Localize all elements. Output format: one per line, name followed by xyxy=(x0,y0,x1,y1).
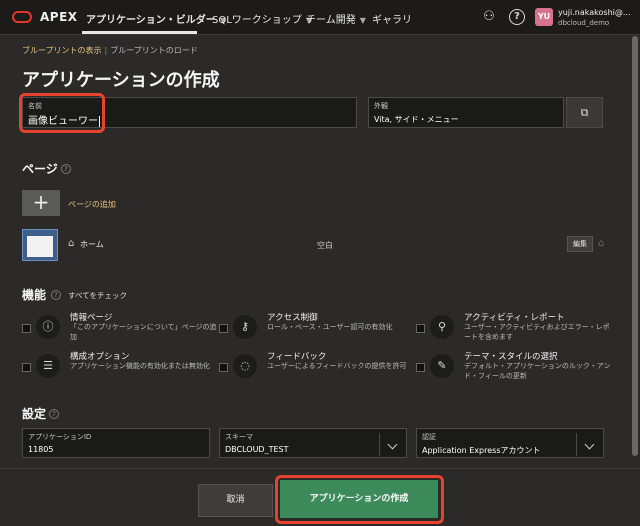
nav-sql-workshop-label: SQLワークショップ xyxy=(212,15,302,26)
page-title: アプリケーションの作成 xyxy=(22,70,220,91)
nav-gallery-label: ギャラリ xyxy=(372,15,412,26)
help-icon[interactable]: ? xyxy=(509,9,525,25)
feature-feedback[interactable]: ◌ フィードバック ユーザーによるフィードバックの提供を許可 xyxy=(219,350,414,384)
top-bar: APEX アプリケーション・ビルダー ▼ SQLワークショップ ▼ チーム開発 ▼ ギ… xyxy=(0,0,640,35)
app-id-field[interactable]: アプリケーションID 11805 xyxy=(22,428,210,458)
name-field-highlight xyxy=(19,93,105,133)
help-icon[interactable]: ? xyxy=(51,290,61,300)
brand-name[interactable]: APEX xyxy=(40,10,78,24)
page-thumbnail xyxy=(22,229,58,261)
pages-section-title: ページ xyxy=(22,162,58,176)
page-name: ホーム xyxy=(80,240,104,249)
feature-access-control[interactable]: ⚷ アクセス制御 ロール・ベース・ユーザー認可の有効化 xyxy=(219,311,414,345)
select-divider xyxy=(576,433,577,456)
auth-select[interactable]: 認証 Application Expressアカウント xyxy=(416,428,604,458)
feature-description: ユーザー・アクティビティおよびエラー・レポートを含めます xyxy=(464,323,610,341)
nav-app-builder-label: アプリケーション・ビルダー xyxy=(86,15,216,26)
help-icon[interactable]: ? xyxy=(61,164,71,174)
feature-description: ロール・ベース・ユーザー認可の有効化 xyxy=(267,323,393,331)
user-report-icon: ⚲ xyxy=(430,315,454,339)
app-id-value: 11805 xyxy=(28,445,54,454)
feature-activity-report[interactable]: ⚲ アクティビティ・レポート ユーザー・アクティビティおよびエラー・レポートを含… xyxy=(416,311,611,345)
auth-value: Application Expressアカウント xyxy=(422,446,541,455)
auth-label: 認証 xyxy=(422,433,436,441)
feature-checkbox[interactable] xyxy=(22,363,31,372)
feature-checkbox[interactable] xyxy=(416,363,425,372)
nav-team-dev[interactable]: チーム開発 ▼ xyxy=(306,11,366,26)
chevron-down-icon xyxy=(387,439,398,450)
feature-description: ユーザーによるフィードバックの提供を許可 xyxy=(267,362,407,370)
nav-gallery[interactable]: ギャラリ xyxy=(372,11,412,26)
feature-theme-style[interactable]: ✎ テーマ・スタイルの選択 デフォルト・アプリケーションのルック・アンド・フィー… xyxy=(416,350,611,384)
appearance-edit-button[interactable]: ⧉ xyxy=(566,97,603,128)
avatar[interactable]: YU xyxy=(535,8,553,26)
cancel-button[interactable]: 取消 xyxy=(198,484,273,517)
select-divider xyxy=(379,433,380,456)
chevron-down-icon xyxy=(584,439,595,450)
scrollbar[interactable] xyxy=(632,36,638,468)
brush-icon: ✎ xyxy=(430,354,454,378)
oracle-logo-icon[interactable] xyxy=(12,11,32,23)
feature-description: デフォルト・アプリケーションのルック・アンド・フィールの更新 xyxy=(464,362,611,380)
user-settings-icon[interactable]: ⚇ xyxy=(481,9,497,25)
feature-about-page[interactable]: ⓘ 情報ページ 「このアプリケーションについて」ページの追加 xyxy=(22,311,217,345)
nav-app-builder[interactable]: アプリケーション・ビルダー ▼ xyxy=(86,11,226,26)
feature-config-options[interactable]: ☰ 構成オプション アプリケーション機能の有効化または無効化 xyxy=(22,350,217,384)
page-row: ⌂ ホーム 空白 編集 ⌂ xyxy=(22,229,612,262)
info-icon: ⓘ xyxy=(36,315,60,339)
schema-value: DBCLOUD_TEST xyxy=(225,445,289,454)
edit-window-icon: ⧉ xyxy=(580,106,589,119)
breadcrumb-load-blueprint[interactable]: ブループリントのロード xyxy=(110,46,198,55)
key-icon: ⚷ xyxy=(233,315,257,339)
chevron-down-icon: ▼ xyxy=(359,16,366,25)
check-all-link[interactable]: すべてをチェック xyxy=(68,290,127,301)
nav-team-dev-label: チーム開発 xyxy=(306,15,356,26)
plus-icon: + xyxy=(32,190,50,214)
feature-checkbox[interactable] xyxy=(219,324,228,333)
feature-checkbox[interactable] xyxy=(416,324,425,333)
add-page-button[interactable]: + xyxy=(22,190,60,216)
feature-checkbox[interactable] xyxy=(219,363,228,372)
settings-section-title: 設定 xyxy=(22,407,47,421)
schema-label: スキーマ xyxy=(225,433,253,441)
chat-icon: ◌ xyxy=(233,354,257,378)
user-name[interactable]: yuji.nakakoshi@... xyxy=(558,8,631,17)
set-home-icon[interactable]: ⌂ xyxy=(598,238,604,249)
nav-sql-workshop[interactable]: SQLワークショップ ▼ xyxy=(212,11,312,26)
feature-description: アプリケーション機能の有効化または無効化 xyxy=(70,362,210,370)
home-icon: ⌂ xyxy=(68,238,75,249)
breadcrumb-separator: | xyxy=(104,46,108,55)
help-icon[interactable]: ? xyxy=(49,409,59,419)
appearance-field[interactable]: 外観 Vita, サイド・メニュー xyxy=(368,97,564,128)
user-workspace: dbcloud_demo xyxy=(558,19,610,27)
features-section-title: 機能 xyxy=(22,288,47,302)
nav-active-indicator xyxy=(82,31,197,34)
page-template: 空白 xyxy=(317,241,333,250)
appearance-field-label: 外観 xyxy=(374,102,388,110)
feature-checkbox[interactable] xyxy=(22,324,31,333)
create-button-highlight xyxy=(275,475,444,524)
app-id-label: アプリケーションID xyxy=(28,433,92,441)
schema-select[interactable]: スキーマ DBCLOUD_TEST xyxy=(219,428,407,458)
feature-description: 「このアプリケーションについて」ページの追加 xyxy=(70,323,217,341)
edit-page-button[interactable]: 編集 xyxy=(567,236,593,252)
sliders-icon: ☰ xyxy=(36,354,60,378)
breadcrumb-view-blueprint[interactable]: ブループリントの表示 xyxy=(22,46,102,55)
appearance-value: Vita, サイド・メニュー xyxy=(374,115,459,124)
add-page-link[interactable]: ページの追加 xyxy=(68,199,116,210)
breadcrumb: ブループリントの表示 | ブループリントのロード xyxy=(22,45,198,56)
scrollbar-thumb[interactable] xyxy=(632,36,638,456)
